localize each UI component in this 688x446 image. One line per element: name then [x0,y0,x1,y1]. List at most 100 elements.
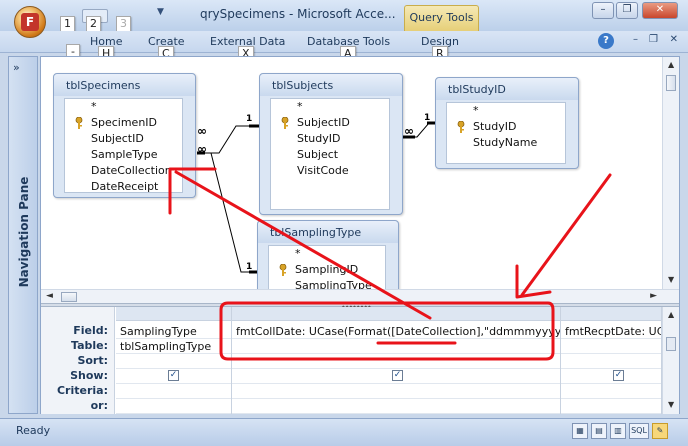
column-selector[interactable] [561,307,662,321]
criteria-cell[interactable] [561,384,661,399]
sql-view-icon[interactable]: SQL [629,423,649,439]
table-title[interactable]: tblSpecimens [54,74,195,96]
field-item[interactable]: SubjectID [271,115,389,131]
field-item[interactable]: VisitCode [271,163,389,179]
field-item[interactable]: StudyID [271,131,389,147]
show-checkbox[interactable]: ✓ [613,370,624,381]
sort-cell[interactable] [116,354,231,369]
customize-qat-icon[interactable]: ▼ [157,7,164,17]
one-symbol: 1 [246,114,252,124]
rel-line-specimens-samplingtype [205,152,259,273]
or-cell[interactable] [232,399,560,414]
scroll-up-icon[interactable]: ▲ [668,60,674,69]
office-button[interactable]: F [14,6,46,38]
field-item[interactable]: DateReceipt [65,179,182,192]
field-item[interactable]: * [447,103,565,119]
field-item[interactable]: * [65,99,182,115]
scroll-up-icon[interactable]: ▲ [668,310,674,319]
field-cell[interactable]: SamplingType [116,324,231,339]
scroll-thumb[interactable] [61,292,77,302]
expand-nav-icon[interactable]: » [13,61,20,74]
grid-vertical-scrollbar[interactable]: ▲ ▼ [662,307,679,414]
sort-cell[interactable] [561,354,661,369]
scroll-left-icon[interactable]: ◄ [46,291,53,301]
restore-button[interactable]: ❐ [616,2,638,19]
field-item[interactable]: * [271,99,389,115]
field-name: SpecimenID [91,116,158,129]
doc-minimize-icon[interactable]: – [633,34,638,45]
pivotchart-view-icon[interactable]: ▥ [610,423,626,439]
help-icon[interactable]: ? [598,33,614,49]
keytip-2: 2 [86,16,101,32]
primary-key-icon [457,121,465,133]
row-label-criteria: Criteria: [56,384,108,397]
field-item[interactable]: SpecimenID [65,115,182,131]
field-name: StudyID [473,120,517,133]
doc-close-icon[interactable]: ✕ [670,34,678,45]
close-button[interactable]: ✕ [642,2,678,19]
primary-key-icon [281,117,289,129]
scroll-down-icon[interactable]: ▼ [668,400,674,409]
criteria-cell[interactable] [232,384,560,399]
keytip-1: 1 [60,16,75,32]
field-item[interactable]: DateCollection [65,163,182,179]
datasheet-view-icon[interactable]: ▦ [572,423,588,439]
scroll-down-icon[interactable]: ▼ [668,275,674,284]
show-checkbox[interactable]: ✓ [392,370,403,381]
or-cell[interactable] [561,399,661,414]
query-design-grid: Field: Table: Sort: Show: Criteria: or: … [41,307,679,414]
table-tblspecimens[interactable]: tblSpecimens * SpecimenID SubjectID Samp… [53,73,196,198]
scroll-right-icon[interactable]: ► [650,291,657,301]
scroll-thumb[interactable] [666,337,676,351]
field-item[interactable]: StudyName [447,135,565,151]
field-item[interactable]: * [269,246,385,262]
field-name: SamplingID [295,263,359,276]
field-item[interactable]: SampleType [65,147,182,163]
design-view-icon[interactable]: ✎ [652,423,668,439]
field-item[interactable]: Subject [271,147,389,163]
many-symbol: ∞ [404,124,414,138]
table-tblsubjects[interactable]: tblSubjects * SubjectID StudyID Subject … [259,73,403,215]
criteria-cell[interactable] [116,384,231,399]
many-symbol: ∞ [197,142,207,156]
one-symbol: 1 [424,113,430,123]
row-label-sort: Sort: [77,354,108,367]
rel-line-subjects-studyid [403,122,435,138]
rel-line-specimens-subjects [205,125,259,154]
many-symbol: ∞ [197,124,207,138]
table-tblsamplingtype[interactable]: tblSamplingType * SamplingID SamplingTyp… [257,220,399,300]
or-cell[interactable] [116,399,231,414]
scroll-thumb[interactable] [666,75,676,91]
table-cell[interactable]: tblSamplingType [116,339,231,354]
minimize-button[interactable]: – [592,2,614,19]
navigation-pane-label: Navigation Pane [17,176,31,288]
field-list: * StudyID StudyName [446,102,566,164]
table-diagram-area[interactable]: ∞ ∞ 1 1 ∞ 1 tblSpecimens * SpecimenID Su… [41,57,679,303]
primary-key-icon [279,264,287,276]
row-label-show: Show: [70,369,108,382]
table-cell[interactable] [561,339,661,354]
table-cell[interactable] [232,339,560,354]
table-title[interactable]: tblSamplingType [258,221,398,243]
navigation-pane[interactable]: » Navigation Pane [8,56,38,414]
pivottable-view-icon[interactable]: ▤ [591,423,607,439]
sort-cell[interactable] [232,354,560,369]
grid-row-labels: Field: Table: Sort: Show: Criteria: or: [41,307,115,414]
field-cell[interactable]: fmtCollDate: UCase(Format([DateCollectio… [232,324,560,339]
show-checkbox[interactable]: ✓ [168,370,179,381]
table-title[interactable]: tblSubjects [260,74,402,96]
field-item[interactable]: SamplingID [269,262,385,278]
column-selector[interactable] [116,307,232,321]
diagram-horizontal-scrollbar[interactable]: ◄ ► [41,289,679,303]
diagram-vertical-scrollbar[interactable]: ▲ ▼ [662,57,679,289]
column-selector[interactable] [232,307,561,321]
table-tblstudyid[interactable]: tblStudyID * StudyID StudyName [435,77,579,169]
field-cell[interactable]: fmtRecptDate: UC [561,324,661,339]
field-name: SubjectID [297,116,350,129]
table-title[interactable]: tblStudyID [436,78,578,100]
field-item[interactable]: StudyID [447,119,565,135]
field-list: * SubjectID StudyID Subject VisitCode [270,98,390,210]
doc-restore-icon[interactable]: ❐ [649,34,658,45]
row-label-table: Table: [70,339,108,352]
field-item[interactable]: SubjectID [65,131,182,147]
